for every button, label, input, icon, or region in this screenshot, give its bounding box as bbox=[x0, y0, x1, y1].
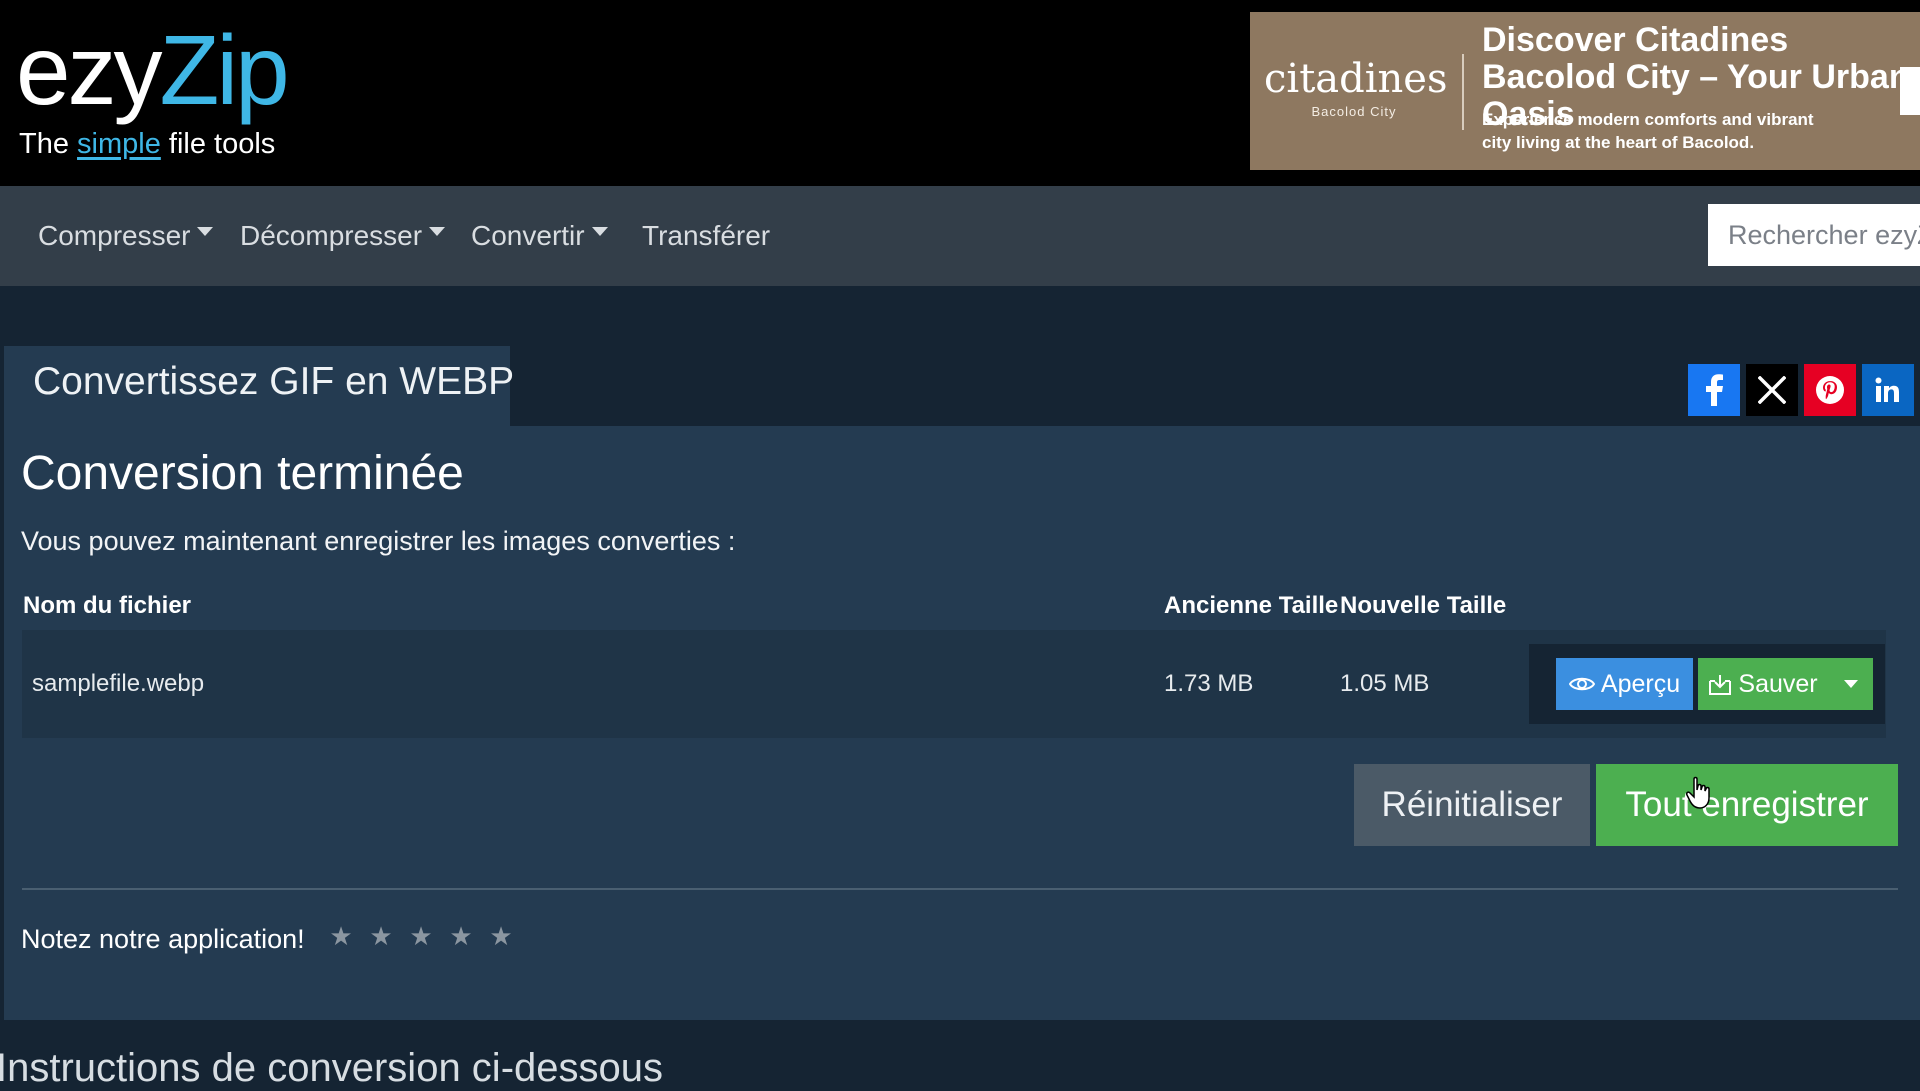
linkedin-icon bbox=[1875, 377, 1899, 402]
row-actions: Aperçu Sauver bbox=[1529, 644, 1885, 724]
main-navbar: Compresser Décompresser Convertir Transf… bbox=[0, 186, 1920, 286]
nav-compresser[interactable]: Compresser bbox=[38, 220, 214, 252]
instructions-heading: Instructions de conversion ci-dessous bbox=[0, 1046, 663, 1090]
page-title: Convertissez GIF en WEBP bbox=[33, 360, 515, 403]
ezyzip-logo[interactable]: ezyZip The simple file tools bbox=[16, 14, 306, 164]
share-pinterest-button[interactable] bbox=[1804, 364, 1856, 416]
reset-button[interactable]: Réinitialiser bbox=[1354, 764, 1590, 846]
divider bbox=[22, 888, 1898, 890]
page-tab: Convertissez GIF en WEBP bbox=[4, 346, 514, 426]
star-icon[interactable]: ★ bbox=[367, 922, 395, 952]
download-icon bbox=[1709, 675, 1732, 695]
facebook-icon bbox=[1706, 374, 1723, 406]
column-header-old-size: Ancienne Taille bbox=[1164, 592, 1339, 619]
caret-down-icon bbox=[591, 227, 608, 237]
save-dropdown-toggle[interactable] bbox=[1828, 658, 1873, 710]
caret-down-icon bbox=[197, 227, 214, 237]
table-row: samplefile.webp 1.73 MB 1.05 MB Aperçu S… bbox=[22, 630, 1886, 738]
advertisement-banner[interactable]: citadines Bacolod City Discover Citadine… bbox=[1250, 12, 1920, 170]
share-facebook-button[interactable] bbox=[1688, 364, 1740, 416]
conversion-result-panel: Conversion terminée Vous pouvez maintena… bbox=[4, 426, 1920, 1020]
search-input[interactable] bbox=[1708, 204, 1920, 266]
nav-decompresser[interactable]: Décompresser bbox=[240, 220, 446, 252]
eye-icon bbox=[1568, 677, 1595, 691]
share-linkedin-button[interactable] bbox=[1862, 364, 1914, 416]
star-icon[interactable]: ★ bbox=[407, 922, 435, 952]
hand-cursor-icon bbox=[1686, 776, 1710, 809]
save-button-main[interactable]: Sauver bbox=[1698, 658, 1828, 710]
star-icon[interactable]: ★ bbox=[327, 922, 355, 952]
ad-description: Experience modern comforts and vibrant c… bbox=[1482, 110, 1814, 152]
column-header-filename: Nom du fichier bbox=[23, 592, 192, 619]
caret-down-icon bbox=[1843, 680, 1858, 688]
star-rating[interactable]: ★ ★ ★ ★ ★ bbox=[327, 922, 515, 952]
site-header: ezyZip The simple file tools citadines B… bbox=[0, 0, 1920, 186]
old-size-value: 1.73 MB bbox=[1164, 670, 1254, 697]
star-icon[interactable]: ★ bbox=[487, 922, 515, 952]
caret-down-icon bbox=[429, 227, 446, 237]
preview-button[interactable]: Aperçu bbox=[1556, 658, 1693, 710]
ad-cta-box[interactable] bbox=[1900, 67, 1920, 115]
nav-convertir[interactable]: Convertir bbox=[471, 220, 608, 252]
ad-divider bbox=[1462, 54, 1464, 130]
share-x-button[interactable] bbox=[1746, 364, 1798, 416]
star-icon[interactable]: ★ bbox=[447, 922, 475, 952]
conversion-heading: Conversion terminée bbox=[21, 447, 464, 500]
conversion-subtitle: Vous pouvez maintenant enregistrer les i… bbox=[21, 526, 736, 556]
save-button[interactable]: Sauver bbox=[1698, 658, 1873, 710]
file-name: samplefile.webp bbox=[32, 670, 205, 697]
column-header-new-size: Nouvelle Taille bbox=[1340, 592, 1507, 619]
nav-transferer[interactable]: Transférer bbox=[642, 220, 770, 252]
logo-wordmark: ezyZip bbox=[16, 15, 290, 125]
new-size-value: 1.05 MB bbox=[1340, 670, 1430, 697]
x-twitter-icon bbox=[1758, 376, 1786, 404]
ad-brand-logo: citadines Bacolod City bbox=[1264, 56, 1448, 119]
pinterest-icon bbox=[1816, 376, 1844, 404]
save-all-button[interactable]: Tout enregistrer bbox=[1596, 764, 1898, 846]
logo-tagline: The simple file tools bbox=[19, 128, 276, 160]
rating-label: Notez notre application! bbox=[21, 924, 305, 954]
